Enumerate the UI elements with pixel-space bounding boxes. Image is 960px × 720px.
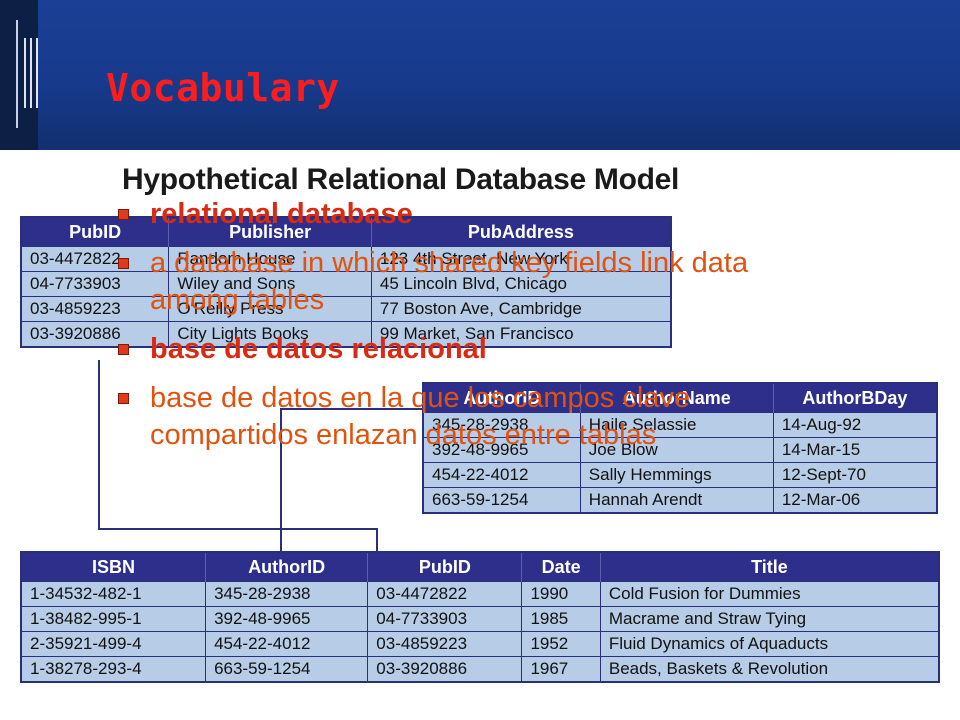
table-cell: 454-22-4012 bbox=[422, 462, 581, 488]
table-cell: 392-48-9965 bbox=[205, 606, 369, 632]
table-cell: Hannah Arendt bbox=[579, 487, 774, 514]
term-spanish: base de datos relacional bbox=[150, 333, 487, 365]
table-header-row: ISBN AuthorID PubID Date Title bbox=[20, 552, 939, 582]
table-cell: 345-28-2938 bbox=[205, 581, 369, 607]
table-cell: Cold Fusion for Dummies bbox=[599, 581, 940, 607]
list-item: relational database bbox=[118, 196, 838, 233]
term-english: relational database bbox=[150, 198, 413, 230]
column-header: Date bbox=[521, 552, 601, 582]
definition-spanish: base de datos en la que los campos clave… bbox=[150, 382, 691, 451]
window-decoration bbox=[16, 20, 44, 128]
table-cell: 2-35921-499-4 bbox=[20, 631, 207, 657]
bullet-square-icon bbox=[118, 393, 129, 404]
table-cell: 03-4472822 bbox=[367, 581, 523, 607]
figure-title: Hypothetical Relational Database Model bbox=[122, 163, 680, 196]
link-pubid-vertical bbox=[98, 360, 100, 530]
table-cell: 663-59-1254 bbox=[422, 487, 581, 514]
definition-english: a database in which shared key fields li… bbox=[150, 247, 749, 316]
table-row: 1-38278-293-4 663-59-1254 03-3920886 1967 Be… bbox=[20, 656, 940, 683]
table-row: 663-59-1254 Hannah Arendt 12-Mar-06 bbox=[422, 487, 938, 514]
table-cell: 1-34532-482-1 bbox=[20, 581, 207, 607]
table-cell: Macrame and Straw Tying bbox=[599, 606, 940, 632]
table-cell: 1-38482-995-1 bbox=[20, 606, 207, 632]
column-header: AuthorID bbox=[205, 552, 368, 582]
slide-title: Vocabulary bbox=[106, 66, 340, 110]
vocabulary-list: relational database a database in which … bbox=[118, 196, 838, 466]
link-pubid-horizontal bbox=[98, 528, 378, 530]
list-item: base de datos relacional bbox=[118, 331, 838, 368]
bullet-square-icon bbox=[118, 209, 129, 220]
table-row: 454-22-4012 Sally Hemmings 12-Sept-70 bbox=[422, 462, 938, 488]
table-cell: 1-38278-293-4 bbox=[20, 656, 207, 683]
table-cell: 12-Mar-06 bbox=[772, 487, 938, 514]
table-cell: 1990 bbox=[521, 581, 601, 607]
books-table: ISBN AuthorID PubID Date Title 1-34532-4… bbox=[20, 551, 940, 683]
table-row: 1-38482-995-1 392-48-9965 04-7733903 1985 Ma… bbox=[20, 606, 940, 632]
table-cell: 1952 bbox=[521, 631, 601, 657]
column-header: Title bbox=[599, 552, 939, 582]
column-header: ISBN bbox=[20, 552, 206, 582]
table-cell: 04-7733903 bbox=[367, 606, 523, 632]
list-item: a database in which shared key fields li… bbox=[118, 245, 838, 319]
list-item: base de datos en la que los campos clave… bbox=[118, 380, 838, 454]
table-cell: 03-3920886 bbox=[367, 656, 523, 683]
table-cell: 1967 bbox=[521, 656, 601, 683]
table-cell: 12-Sept-70 bbox=[772, 462, 938, 488]
table-row: 2-35921-499-4 454-22-4012 03-4859223 1952 Fl… bbox=[20, 631, 940, 657]
table-cell: Beads, Baskets & Revolution bbox=[599, 656, 940, 683]
table-cell: 663-59-1254 bbox=[205, 656, 369, 683]
table-cell: Fluid Dynamics of Aquaducts bbox=[599, 631, 940, 657]
column-header: PubID bbox=[367, 552, 522, 582]
table-cell: 454-22-4012 bbox=[205, 631, 369, 657]
bullet-square-icon bbox=[118, 258, 129, 269]
bullet-square-icon bbox=[118, 344, 129, 355]
table-cell: 1985 bbox=[521, 606, 601, 632]
table-cell: Sally Hemmings bbox=[579, 462, 774, 488]
table-row: 1-34532-482-1 345-28-2938 03-4472822 1990 Co… bbox=[20, 581, 940, 607]
link-pubid-drop bbox=[376, 528, 378, 552]
table-cell: 03-4859223 bbox=[367, 631, 523, 657]
